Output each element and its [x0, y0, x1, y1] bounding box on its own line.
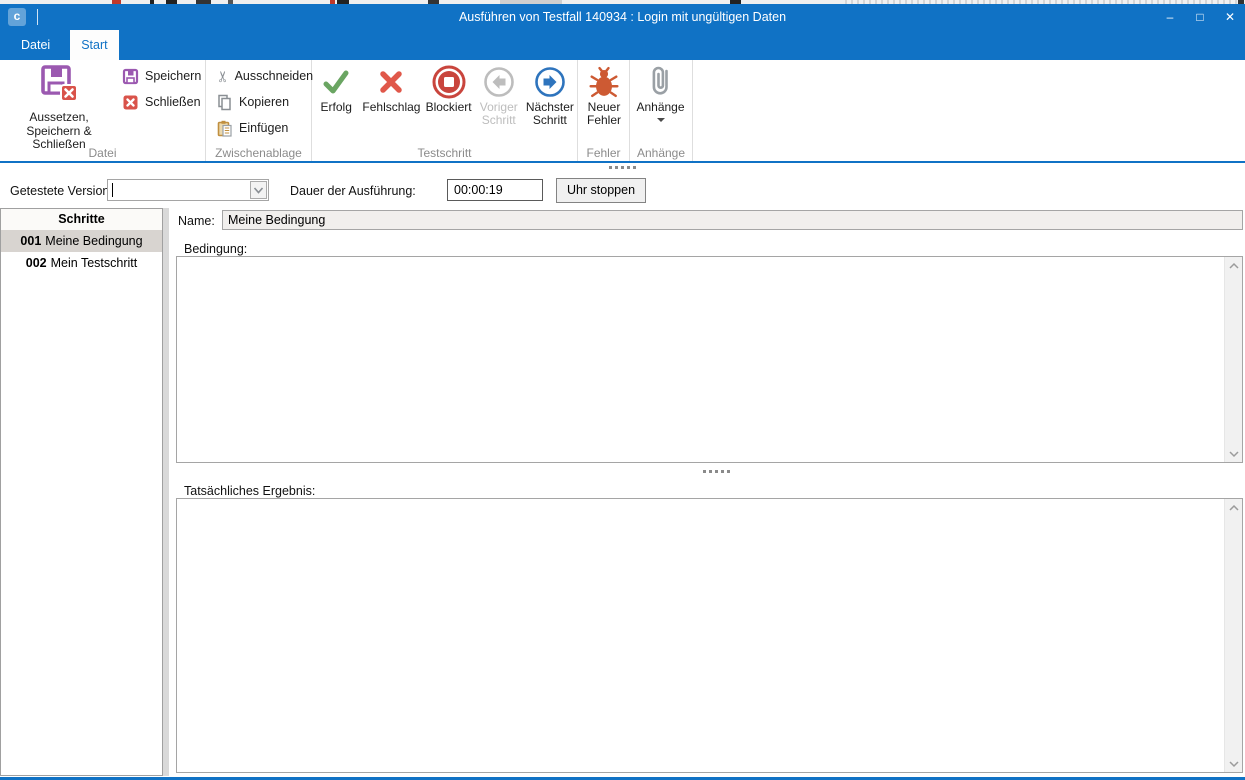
vertical-splitter[interactable] [163, 208, 169, 776]
name-label: Name: [178, 214, 215, 228]
steps-header: Schritte [1, 209, 162, 230]
window-controls: – □ ✕ [1155, 4, 1245, 30]
ribbon-group-fehler: Neuer Fehler Fehler [578, 60, 630, 161]
group-label-zwischenablage: Zwischenablage [206, 146, 311, 160]
save-label: Speichern [145, 69, 201, 83]
actual-result-scrollbar[interactable] [1224, 499, 1242, 772]
tab-start[interactable]: Start [70, 30, 118, 60]
step-label: Mein Testschritt [51, 256, 138, 270]
condition-input[interactable] [177, 257, 1224, 462]
scroll-up-icon[interactable] [1225, 257, 1242, 274]
maximize-icon: □ [1196, 10, 1203, 24]
step-label: Meine Bedingung [45, 234, 142, 248]
condition-scrollbar[interactable] [1224, 257, 1242, 462]
duration-field[interactable]: 00:00:19 [447, 179, 543, 201]
cut-button[interactable]: ✂ Ausschneiden [212, 65, 311, 87]
step-item-001[interactable]: 001 Meine Bedingung [1, 230, 162, 252]
close-icon: ✕ [1225, 10, 1235, 24]
attachments-label: Anhänge [636, 101, 684, 114]
previous-step-label: Voriger Schritt [473, 101, 525, 127]
text-cursor [112, 183, 113, 197]
actual-result-textbox [176, 498, 1243, 773]
panel-splitter-grip-top[interactable] [609, 166, 636, 169]
ribbon-tab-bar: Datei Start [0, 30, 1245, 60]
step-item-002[interactable]: 002 Mein Testschritt [1, 252, 162, 274]
save-button[interactable]: Speichern [118, 65, 201, 87]
fail-label: Fehlschlag [362, 101, 420, 114]
group-label-datei: Datei [0, 146, 205, 160]
new-error-label: Neuer Fehler [582, 101, 626, 127]
scissors-icon: ✂ [214, 70, 231, 83]
name-field[interactable]: Meine Bedingung [222, 210, 1243, 230]
step-number: 001 [20, 234, 41, 248]
group-label-anhaenge: Anhänge [630, 146, 692, 160]
tested-version-label: Getestete Version: [10, 184, 113, 198]
copy-button[interactable]: Kopieren [212, 91, 311, 113]
clipboard-buttons: ✂ Ausschneiden Kopieren [206, 60, 311, 143]
ribbon-group-testschritt: Erfolg Fehlschlag Blocki [312, 60, 578, 161]
chevron-down-icon [657, 118, 665, 122]
tab-datei[interactable]: Datei [10, 30, 61, 60]
scroll-down-icon[interactable] [1225, 445, 1242, 462]
arrow-left-circle-icon [482, 64, 516, 100]
blocked-label: Blockiert [426, 101, 472, 114]
paperclip-icon [644, 64, 678, 100]
actual-result-label: Tatsächliches Ergebnis: [184, 484, 315, 498]
pass-label: Erfolg [321, 101, 352, 114]
paste-label: Einfügen [239, 121, 288, 135]
cut-label: Ausschneiden [235, 69, 314, 83]
condition-textbox [176, 256, 1243, 463]
close-button[interactable]: ✕ [1215, 4, 1245, 30]
title-bar: c Ausführen von Testfall 140934 : Login … [0, 4, 1245, 30]
ribbon: Aussetzen, Speichern & Schließen Speiche… [0, 60, 1245, 163]
panel-splitter-grip-middle[interactable] [703, 470, 730, 473]
chevron-down-icon [252, 185, 265, 195]
execution-toolbar: Getestete Version: Dauer der Ausführung:… [0, 178, 1245, 205]
stop-clock-button[interactable]: Uhr stoppen [556, 178, 646, 203]
stop-circle-icon [431, 64, 467, 100]
next-step-label: Nächster Schritt [524, 101, 576, 127]
scroll-down-icon[interactable] [1225, 755, 1242, 772]
step-number: 002 [26, 256, 47, 270]
copy-icon [216, 94, 233, 111]
x-mark-icon [374, 64, 408, 100]
duration-label: Dauer der Ausführung: [290, 184, 416, 198]
maximize-button[interactable]: □ [1185, 4, 1215, 30]
ribbon-group-zwischenablage: ✂ Ausschneiden Kopieren [206, 60, 312, 161]
window-title: Ausführen von Testfall 140934 : Login mi… [0, 4, 1245, 30]
ribbon-group-anhaenge: Anhänge Anhänge [630, 60, 693, 161]
minimize-icon: – [1167, 10, 1174, 24]
ribbon-group-datei: Aussetzen, Speichern & Schließen Speiche… [0, 60, 206, 161]
paste-icon [216, 120, 233, 137]
actual-result-input[interactable] [177, 499, 1224, 772]
bug-icon [588, 64, 620, 100]
paste-button[interactable]: Einfügen [212, 117, 311, 139]
close-file-icon [122, 94, 139, 111]
tested-version-combobox[interactable] [107, 179, 269, 201]
group-label-fehler: Fehler [578, 146, 629, 160]
ribbon-empty-space [693, 60, 1245, 161]
steps-panel: Schritte 001 Meine Bedingung 002 Mein Test… [0, 208, 163, 776]
test-execution-window: c Ausführen von Testfall 140934 : Login … [0, 0, 1245, 780]
scroll-up-icon[interactable] [1225, 499, 1242, 516]
save-close-icon [39, 63, 79, 108]
copy-label: Kopieren [239, 95, 289, 109]
arrow-right-circle-icon [533, 64, 567, 100]
close-file-button[interactable]: Schließen [118, 91, 201, 113]
minimize-button[interactable]: – [1155, 4, 1185, 30]
save-icon [122, 68, 139, 85]
close-file-label: Schließen [145, 95, 201, 109]
combobox-dropdown-button[interactable] [250, 181, 267, 199]
condition-label: Bedingung: [184, 242, 247, 256]
step-detail-panel: Name: Meine Bedingung Bedingung: Tatsäch… [176, 208, 1243, 773]
checkmark-icon [319, 64, 353, 100]
group-label-testschritt: Testschritt [312, 146, 577, 160]
